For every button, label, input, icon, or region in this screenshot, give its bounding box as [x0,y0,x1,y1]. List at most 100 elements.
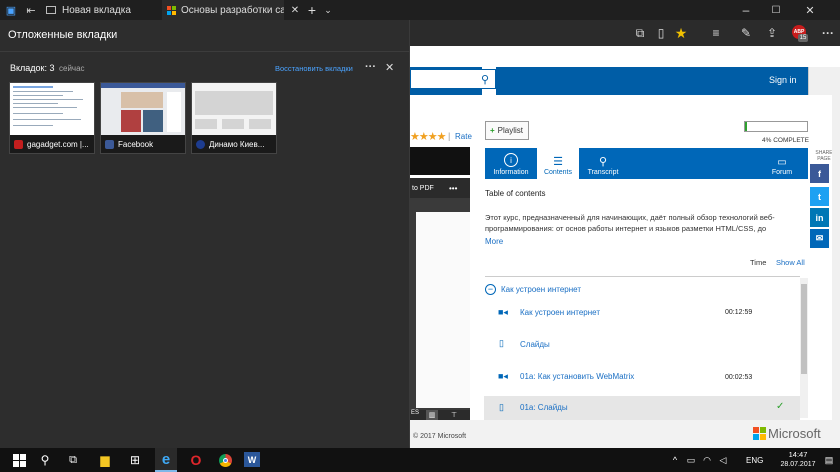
toc-item-label: Слайды [520,340,550,349]
pdf-more-icon[interactable]: ••• [449,184,457,193]
pdf-page [416,212,470,408]
document-icon: ▯ [499,338,504,348]
close-window-icon[interactable]: ✕ [800,0,820,20]
search-taskbar-icon[interactable]: ⚲ [36,448,54,472]
card-thumbnail [10,83,94,135]
more-icon[interactable]: ··· [818,20,838,46]
chrome-icon[interactable] [216,448,234,472]
twitter-share-icon[interactable]: t [810,187,829,206]
email-share-icon[interactable]: ✉ [810,229,829,248]
toc-item[interactable]: ■◂ 01а: Как установить WebMatrix 00:02:5… [484,364,800,396]
action-center-icon[interactable]: ▤ [822,448,836,472]
new-tab-icon[interactable]: + [304,0,320,20]
tab-information[interactable]: i Information [485,148,537,179]
fit-page-icon[interactable]: ▥ [426,410,438,420]
info-icon: i [504,153,518,167]
panel-divider [0,51,410,52]
clock-time[interactable]: 14:47 [780,450,816,459]
tab-contents-label: Contents [543,169,573,176]
toc-item-time: 00:02:53 [725,374,753,381]
tab-active[interactable]: Основы разработки са [162,0,284,20]
extension-icon[interactable]: ⧉ [630,20,650,46]
share-icon[interactable]: ⇪ [762,20,782,46]
fit-width-icon[interactable]: ⊤ [448,410,460,420]
edge-icon[interactable]: e [155,448,177,472]
toc-item-label: 01а: Слайды [520,403,568,412]
time-header: Time [750,258,767,267]
show-all-link[interactable]: Show All [776,258,805,267]
task-view-icon[interactable]: ⧉ [64,448,82,472]
tab-preview-icon[interactable]: ▣ [2,0,20,20]
set-aside-card[interactable]: Динамо Киев... [191,82,277,154]
tab-active-label: Основы разработки са [181,4,284,16]
panel-close-icon[interactable]: ✕ [385,61,394,74]
rate-link[interactable]: Rate [455,132,472,141]
wifi-icon[interactable]: ◠ [700,448,714,472]
set-aside-card[interactable]: Facebook [100,82,186,154]
toc-divider [485,276,800,277]
web-note-icon[interactable]: ✎ [736,20,756,46]
favorite-star-icon[interactable]: ★ [671,20,691,46]
tab-forum[interactable]: ▭ Forum [764,148,800,179]
panel-more-icon[interactable]: ··· [365,61,376,73]
microsoft-logo-icon [167,5,176,15]
more-link[interactable]: More [485,237,503,246]
tray-chevron-icon[interactable]: ^ [668,448,682,472]
tab-transcript-label: Transcript [587,169,619,176]
rating-divider: | [448,131,451,141]
plus-icon: + [490,126,495,135]
linkedin-share-icon[interactable]: in [810,208,829,227]
list-icon: ☰ [553,156,563,168]
dynamo-favicon-icon [196,140,205,149]
hub-icon[interactable]: ≡ [706,20,726,46]
restore-tabs-link[interactable]: Восстановить вкладки [275,64,353,73]
collapse-icon[interactable]: − [485,284,496,295]
pdf-label[interactable]: to PDF [412,185,434,192]
toc-item-label: 01а: Как установить WebMatrix [520,372,635,381]
page-scrollbar[interactable] [832,95,840,430]
maximize-icon[interactable]: ☐ [766,0,786,20]
section-title[interactable]: Как устроен интернет [501,285,581,294]
document-icon: ▯ [499,402,504,412]
volume-icon[interactable]: ◁ [716,448,730,472]
set-aside-tabs-icon[interactable]: ⇤ [22,0,40,20]
windows-start-icon[interactable] [13,454,26,467]
network-icon[interactable]: ▭ [684,448,698,472]
playlist-button[interactable]: + Playlist [485,121,529,140]
opera-icon[interactable]: O [187,448,205,472]
tab-contents[interactable]: ☰ Contents [537,148,579,179]
tab-count: Вкладок: 3 [10,63,55,73]
card-thumbnail [192,83,276,135]
adblock-badge: 15 [798,34,808,42]
toc-item[interactable]: ■◂ Как устроен интернет 00:12:59 [484,300,800,332]
rating-stars: ★★★★ [410,131,446,143]
file-explorer-icon[interactable]: ▆ [96,448,114,472]
store-icon[interactable]: ⊞ [126,448,144,472]
toc-scroll-thumb[interactable] [801,284,807,374]
clock-date[interactable]: 28.07.2017 [776,461,820,468]
tab-information-label: Information [493,169,529,176]
reading-view-icon[interactable]: ▯ [651,20,671,46]
facebook-favicon-icon [105,140,114,149]
toc-item-time: 00:12:59 [725,309,753,316]
minimize-icon[interactable]: – [736,0,756,20]
set-aside-card[interactable]: gagadget.com |... [9,82,95,154]
signin-link[interactable]: Sign in [769,75,797,85]
page-header [496,67,808,95]
tab-transcript[interactable]: ⚲ Transcript [581,148,625,179]
search-icon[interactable]: ⚲ [476,71,494,87]
chevron-down-icon[interactable]: ⌄ [320,0,336,20]
tab-close-icon[interactable]: ✕ [286,0,304,20]
course-description: Этот курс, предназначенный для начинающи… [485,213,775,233]
card-title-text: gagadget.com |... [27,140,89,149]
tab-new[interactable]: Новая вкладка [42,0,160,20]
language-indicator[interactable]: ENG [746,448,763,472]
transcript-search-icon: ⚲ [598,156,608,168]
progress-label: 4% COMPLETE [762,137,809,144]
forum-icon: ▭ [777,157,787,168]
toc-item-selected[interactable]: ▯ 01а: Слайды ✓ [484,396,800,420]
word-icon[interactable]: W [244,452,260,467]
facebook-share-icon[interactable]: f [810,164,829,183]
toc-item[interactable]: ▯ Слайды [484,332,800,364]
tab-forum-label: Forum [771,169,793,176]
